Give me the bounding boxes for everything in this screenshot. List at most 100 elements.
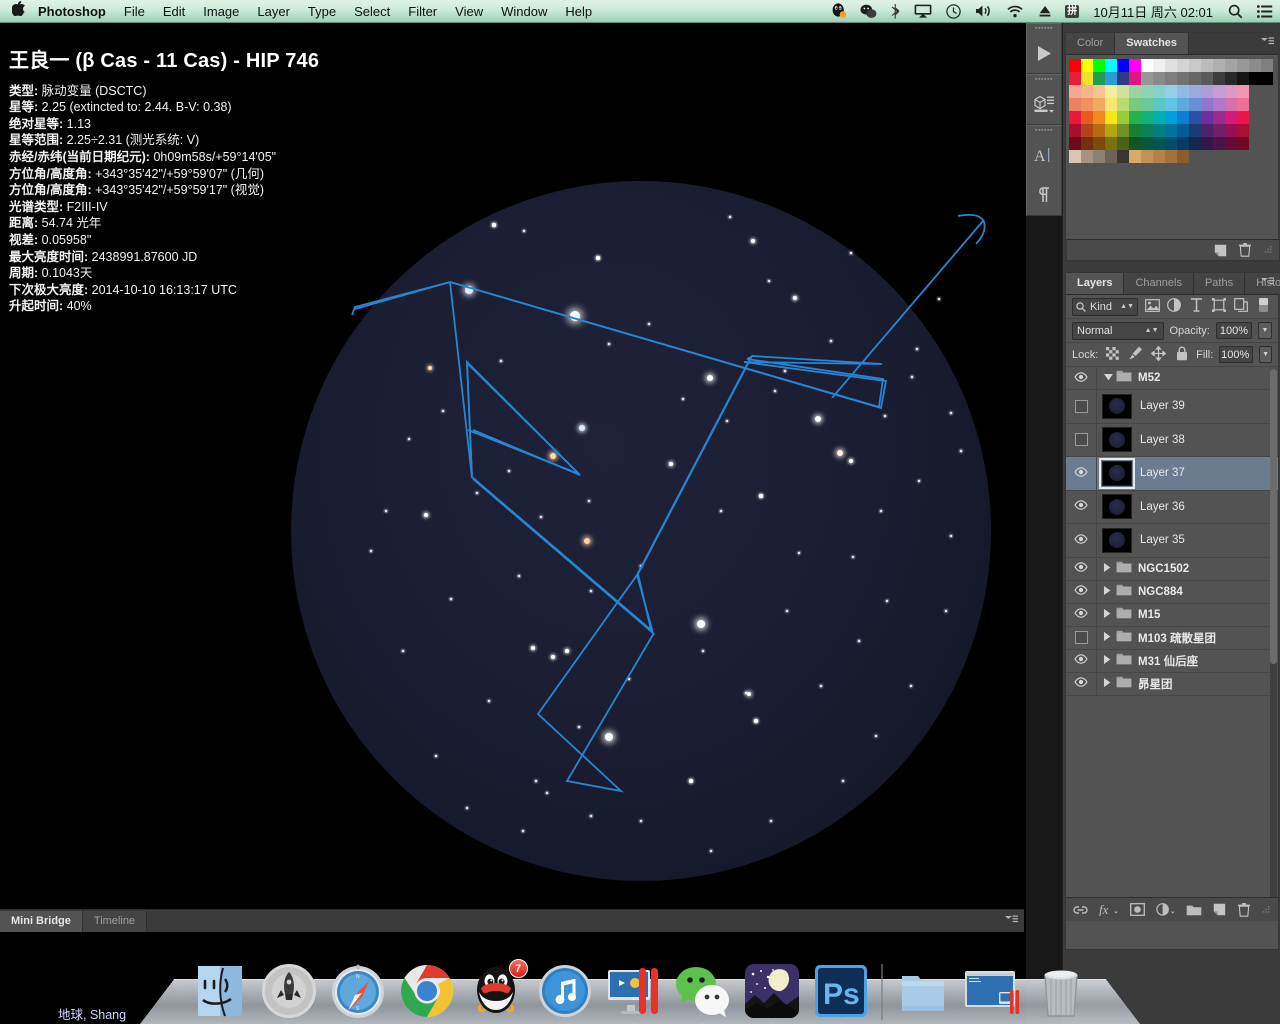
color-swatch[interactable] xyxy=(1153,59,1165,72)
color-swatch[interactable] xyxy=(1105,150,1117,163)
menu-bar-clock[interactable]: 10月11日 周六 02:01 xyxy=(1085,2,1221,21)
color-swatch[interactable] xyxy=(1237,137,1249,150)
layer-row[interactable]: Layer 39 xyxy=(1066,390,1278,424)
color-swatch[interactable] xyxy=(1117,124,1129,137)
color-swatch[interactable] xyxy=(1105,85,1117,98)
color-swatch[interactable] xyxy=(1129,85,1141,98)
search-icon[interactable] xyxy=(1221,0,1250,23)
color-swatch[interactable] xyxy=(1153,72,1165,85)
layer-row[interactable]: Layer 36 xyxy=(1066,490,1278,524)
color-swatch[interactable] xyxy=(1069,98,1081,111)
color-swatch[interactable] xyxy=(1105,72,1117,85)
chevron-right-icon[interactable] xyxy=(1104,586,1114,597)
color-swatch[interactable] xyxy=(1225,137,1237,150)
chevron-right-icon[interactable] xyxy=(1104,609,1114,620)
menu-help[interactable]: Help xyxy=(556,0,601,23)
color-swatch[interactable] xyxy=(1117,150,1129,163)
color-swatch[interactable] xyxy=(1093,137,1105,150)
color-swatch[interactable] xyxy=(1165,98,1177,111)
color-swatch[interactable] xyxy=(1177,124,1189,137)
color-swatch[interactable] xyxy=(1213,72,1225,85)
color-swatch[interactable] xyxy=(1261,59,1273,72)
layer-group-row[interactable]: 昴星团 xyxy=(1066,672,1278,696)
layer-group-row[interactable]: M52 xyxy=(1066,367,1278,390)
visibility-toggle[interactable] xyxy=(1066,580,1097,603)
color-swatch[interactable] xyxy=(1081,59,1093,72)
smartobject-filter-icon[interactable] xyxy=(1233,298,1249,315)
eye-icon[interactable] xyxy=(1074,562,1088,575)
color-swatch[interactable] xyxy=(1189,111,1201,124)
chevron-right-icon[interactable] xyxy=(1104,632,1114,643)
dock-item-parallels[interactable] xyxy=(605,962,663,1024)
color-swatch[interactable] xyxy=(1117,111,1129,124)
eye-icon[interactable] xyxy=(1074,500,1088,513)
color-swatch[interactable] xyxy=(1141,137,1153,150)
wifi-icon[interactable] xyxy=(999,0,1031,23)
tab-color[interactable]: Color xyxy=(1066,33,1116,54)
eye-icon[interactable] xyxy=(1074,466,1088,480)
color-swatch[interactable] xyxy=(1261,72,1273,85)
new-swatch-icon[interactable] xyxy=(1214,244,1227,257)
color-swatch[interactable] xyxy=(1189,98,1201,111)
color-swatch[interactable] xyxy=(1237,124,1249,137)
drag-grip-icon[interactable]: ▪▪▪▪▪▪ xyxy=(1027,24,1061,33)
lock-transparency-icon[interactable] xyxy=(1104,346,1121,363)
color-swatch[interactable] xyxy=(1165,72,1177,85)
color-swatch[interactable] xyxy=(1189,124,1201,137)
color-swatch[interactable] xyxy=(1201,72,1213,85)
resize-grip-icon[interactable] xyxy=(1261,905,1271,915)
visibility-toggle[interactable] xyxy=(1066,390,1097,423)
color-swatch[interactable] xyxy=(1129,98,1141,111)
color-swatch[interactable] xyxy=(1225,98,1237,111)
layer-row[interactable]: Layer 37 xyxy=(1066,457,1278,491)
dock-item-windows-vm[interactable] xyxy=(963,962,1021,1020)
color-swatch[interactable] xyxy=(1141,124,1153,137)
visibility-toggle[interactable] xyxy=(1066,603,1097,626)
color-swatch[interactable] xyxy=(1129,111,1141,124)
color-swatch[interactable] xyxy=(1129,124,1141,137)
color-swatch[interactable] xyxy=(1165,111,1177,124)
timemachine-icon[interactable] xyxy=(939,0,968,23)
qq-penguin-icon[interactable] xyxy=(824,0,853,23)
color-swatch[interactable] xyxy=(1249,72,1261,85)
eye-icon[interactable] xyxy=(1074,608,1088,621)
color-swatch[interactable] xyxy=(1177,98,1189,111)
eye-off-icon[interactable] xyxy=(1074,399,1088,413)
bluetooth-icon[interactable] xyxy=(884,0,907,23)
color-swatch[interactable] xyxy=(1105,124,1117,137)
visibility-toggle[interactable] xyxy=(1066,367,1097,389)
color-swatch[interactable] xyxy=(1129,59,1141,72)
visibility-toggle[interactable] xyxy=(1066,672,1097,695)
color-swatch[interactable] xyxy=(1213,137,1225,150)
color-swatch[interactable] xyxy=(1165,137,1177,150)
eject-icon[interactable] xyxy=(1031,0,1059,23)
color-swatch[interactable] xyxy=(1105,137,1117,150)
tab-timeline[interactable]: Timeline xyxy=(82,911,148,932)
chevron-updown-icon[interactable]: ▲▼ xyxy=(1120,303,1134,310)
color-swatch[interactable] xyxy=(1081,98,1093,111)
color-swatch[interactable] xyxy=(1201,85,1213,98)
color-swatch[interactable] xyxy=(1093,85,1105,98)
eye-icon[interactable] xyxy=(1074,371,1088,385)
color-swatch[interactable] xyxy=(1213,111,1225,124)
chevron-right-icon[interactable] xyxy=(1104,563,1114,574)
color-swatch[interactable] xyxy=(1165,59,1177,72)
color-swatch[interactable] xyxy=(1177,59,1189,72)
color-swatch[interactable] xyxy=(1141,150,1153,163)
color-swatch[interactable] xyxy=(1141,85,1153,98)
chevron-down-icon[interactable] xyxy=(1104,373,1114,383)
eye-off-icon[interactable] xyxy=(1074,631,1088,644)
new-adjustment-icon[interactable] xyxy=(1156,903,1175,916)
color-swatch[interactable] xyxy=(1069,150,1081,163)
dock-item-chrome[interactable] xyxy=(398,962,456,1024)
layer-group-row[interactable]: NGC884 xyxy=(1066,580,1278,604)
link-layers-icon[interactable] xyxy=(1073,904,1088,916)
color-swatch[interactable] xyxy=(1093,124,1105,137)
color-swatch[interactable] xyxy=(1141,72,1153,85)
menu-window[interactable]: Window xyxy=(492,0,556,23)
volume-icon[interactable] xyxy=(968,0,999,23)
layer-list[interactable]: M52 Layer 39 Layer 38 Layer 37 Layer 36 Layer… xyxy=(1066,367,1278,897)
visibility-toggle[interactable] xyxy=(1066,490,1097,523)
delete-swatch-icon[interactable] xyxy=(1239,243,1251,257)
menu-layer[interactable]: Layer xyxy=(248,0,299,23)
